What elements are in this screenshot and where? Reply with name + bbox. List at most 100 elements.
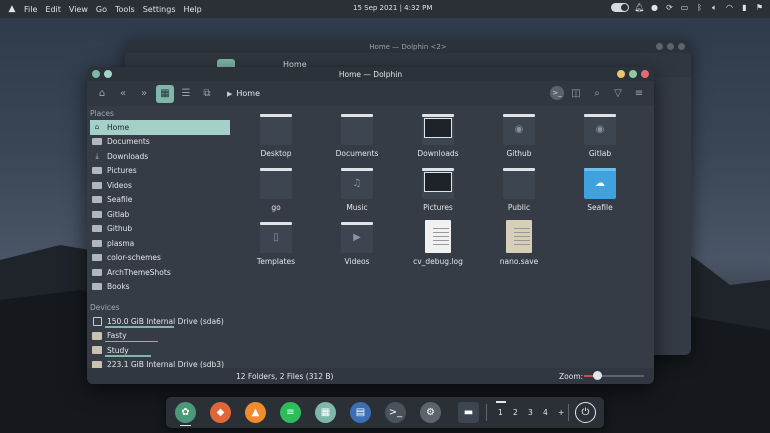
- file-item[interactable]: Pictures: [403, 166, 473, 212]
- file-name: Desktop: [260, 149, 292, 158]
- bell-icon[interactable]: 🔔︎: [634, 3, 644, 12]
- manjaro-app-icon[interactable]: ✿: [175, 402, 196, 426]
- zoom-slider-handle[interactable]: [593, 371, 603, 380]
- pin-icon[interactable]: [104, 70, 112, 78]
- menu-edit[interactable]: Edit: [45, 5, 61, 14]
- app-menu-icon[interactable]: [92, 70, 100, 78]
- image-viewer-app-icon[interactable]: ▦: [315, 402, 336, 423]
- filter-icon[interactable]: ▽: [609, 84, 627, 102]
- power-icon[interactable]: ⏻: [575, 402, 596, 423]
- back-titlebar[interactable]: Home — Dolphin <2>: [125, 40, 691, 53]
- file-view[interactable]: Desktop Documents Downloads ◉ Github ◉ Gitlab g…: [247, 112, 647, 367]
- menu-help[interactable]: Help: [184, 5, 202, 14]
- close-icon[interactable]: [678, 43, 685, 50]
- clock[interactable]: 15 Sep 2021 | 4:32 PM: [353, 4, 432, 12]
- sidebar-item-color-schemes[interactable]: color-schemes: [87, 251, 235, 266]
- menu-settings[interactable]: Settings: [143, 5, 176, 14]
- maximize-icon[interactable]: [629, 70, 637, 78]
- pager-desktop[interactable]: 1: [496, 401, 506, 417]
- menu-go[interactable]: Go: [96, 5, 107, 14]
- terminal-icon[interactable]: >_: [550, 86, 564, 100]
- document-app-icon[interactable]: ▤: [350, 402, 371, 423]
- pager-desktop[interactable]: 4: [543, 408, 548, 417]
- sidebar-item-documents[interactable]: Documents: [87, 135, 235, 150]
- clipboard-icon[interactable]: ▭: [680, 3, 689, 12]
- sidebar-item-github[interactable]: Github: [87, 222, 235, 237]
- gitlab-app-icon[interactable]: ◆: [210, 402, 231, 423]
- back-icon[interactable]: «: [114, 85, 132, 103]
- forward-icon[interactable]: »: [135, 85, 153, 103]
- file-item[interactable]: Public: [484, 166, 554, 212]
- sidebar-item-gitlab[interactable]: Gitlab: [87, 207, 235, 222]
- dolphin-window[interactable]: Home — Dolphin ⌂ « » ▦ ☰ ⧉ ▶ Home >_ ◫ ⌕…: [87, 67, 654, 384]
- sidebar-item-label: Gitlab: [107, 209, 130, 219]
- search-icon[interactable]: ⌕: [588, 84, 606, 102]
- sidebar-item-label: Pictures: [107, 166, 137, 176]
- sidebar-item-home[interactable]: ⌂ Home: [90, 120, 230, 135]
- battery-icon[interactable]: ▮: [740, 3, 749, 12]
- device-item[interactable]: Study: [87, 343, 235, 358]
- settings-app-icon[interactable]: ⚙: [420, 402, 441, 423]
- wifi-icon[interactable]: ◠: [725, 3, 734, 12]
- device-item[interactable]: Fasty: [87, 329, 235, 344]
- pager-desktop[interactable]: 2: [513, 408, 518, 417]
- file-item[interactable]: go: [241, 166, 311, 212]
- minimize-icon[interactable]: [617, 70, 625, 78]
- folder-icon: [260, 112, 292, 145]
- file-item[interactable]: Downloads: [403, 112, 473, 158]
- close-icon[interactable]: [641, 70, 649, 78]
- device-item[interactable]: 150.0 GiB Internal Drive (sda6): [87, 314, 235, 329]
- view-compact-icon[interactable]: ☰: [177, 85, 195, 103]
- split-view-icon[interactable]: ◫: [567, 84, 585, 102]
- status-text: 12 Folders, 2 Files (312 B): [236, 372, 334, 381]
- file-item[interactable]: ☁ Seafile: [565, 166, 635, 212]
- pager-desktop[interactable]: 3: [528, 408, 533, 417]
- spotify-app-icon[interactable]: ≡: [280, 402, 301, 423]
- file-item[interactable]: ◉ Github: [484, 112, 554, 158]
- sidebar-item-videos[interactable]: Videos: [87, 178, 235, 193]
- menu-file[interactable]: File: [24, 5, 37, 14]
- file-item[interactable]: Documents: [322, 112, 392, 158]
- zoom-slider[interactable]: [584, 371, 644, 380]
- disk-icon: [92, 346, 102, 355]
- add-desktop-button[interactable]: +: [558, 408, 564, 417]
- vlc-app-icon[interactable]: ▲: [245, 402, 266, 423]
- file-item[interactable]: nano.save: [484, 220, 554, 266]
- minimize-icon[interactable]: [656, 43, 663, 50]
- launcher-icon[interactable]: ▲: [6, 3, 18, 15]
- volume-icon[interactable]: 🔈︎: [710, 3, 719, 12]
- sidebar-item-seafile[interactable]: Seafile: [87, 193, 235, 208]
- file-name: Music: [346, 203, 368, 212]
- bluetooth-icon[interactable]: ᛒ: [695, 3, 704, 12]
- sidebar-item-books[interactable]: Books: [87, 280, 235, 295]
- breadcrumb-home[interactable]: Home: [236, 89, 260, 98]
- file-item[interactable]: ▯ Templates: [241, 220, 311, 266]
- terminal-app-icon[interactable]: >_: [385, 402, 406, 423]
- maximize-icon[interactable]: [667, 43, 674, 50]
- home-icon[interactable]: ⌂: [93, 85, 111, 103]
- toggle-icon[interactable]: [611, 3, 629, 12]
- file-name: Gitlab: [588, 149, 612, 158]
- updates-icon[interactable]: ●: [650, 3, 659, 12]
- notification-icon[interactable]: ⚑: [755, 3, 764, 12]
- file-item[interactable]: cv_debug.log: [403, 220, 473, 266]
- sidebar-item-archthemeshots[interactable]: ArchThemeShots: [87, 265, 235, 280]
- view-details-icon[interactable]: ⧉: [198, 85, 216, 103]
- dolphin-app-icon[interactable]: ▬: [458, 402, 479, 423]
- view-icons-icon[interactable]: ▦: [156, 84, 174, 103]
- file-item[interactable]: ♫ Music: [322, 166, 392, 212]
- menu-view[interactable]: View: [69, 5, 88, 14]
- sidebar-item-pictures[interactable]: Pictures: [87, 164, 235, 179]
- sidebar-item-label: Seafile: [107, 195, 133, 205]
- folder-icon: [92, 224, 102, 233]
- file-item[interactable]: ▶ Videos: [322, 220, 392, 266]
- sidebar-item-downloads[interactable]: ⤓ Downloads: [87, 149, 235, 164]
- hamburger-menu-icon[interactable]: ≡: [630, 84, 648, 102]
- sidebar-item-plasma[interactable]: plasma: [87, 236, 235, 251]
- file-item[interactable]: ◉ Gitlab: [565, 112, 635, 158]
- breadcrumb[interactable]: ▶ Home: [227, 89, 260, 98]
- titlebar[interactable]: Home — Dolphin: [87, 67, 654, 81]
- sync-icon[interactable]: ⟳: [665, 3, 674, 12]
- file-item[interactable]: Desktop: [241, 112, 311, 158]
- menu-tools[interactable]: Tools: [115, 5, 135, 14]
